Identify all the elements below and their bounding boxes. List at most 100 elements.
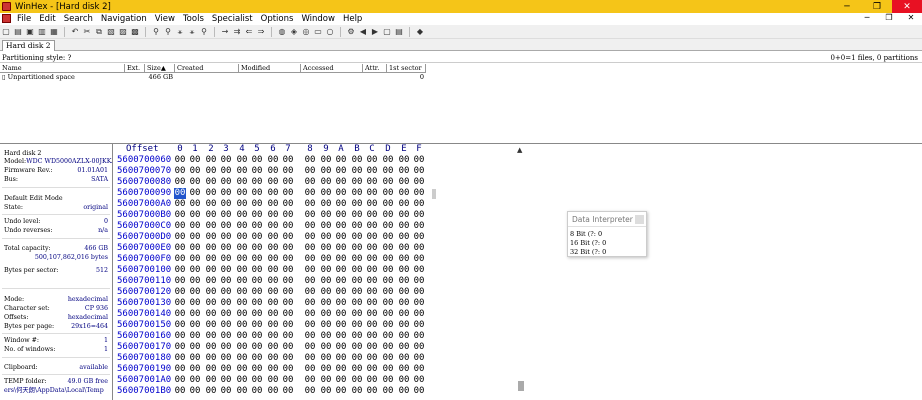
hex-byte[interactable]: 00: [351, 375, 363, 386]
hex-byte[interactable]: 00: [351, 166, 363, 177]
hex-row[interactable]: 56007000C0 00 00 00 00 00 00 00 00 00 00 00 00 00 00 00…: [113, 221, 429, 232]
hex-byte[interactable]: 00: [267, 364, 279, 375]
hex-byte[interactable]: 00: [366, 375, 378, 386]
hex-byte[interactable]: 00: [220, 232, 232, 243]
previous-sector-icon[interactable]: ◀: [358, 27, 368, 37]
hex-byte[interactable]: 00: [267, 353, 279, 364]
hex-byte[interactable]: 00: [304, 331, 316, 342]
hex-byte[interactable]: 00: [320, 210, 332, 221]
hex-byte[interactable]: 00: [205, 232, 217, 243]
hex-byte[interactable]: 00: [251, 276, 263, 287]
hex-byte[interactable]: 00: [282, 375, 294, 386]
hex-byte[interactable]: 00: [366, 265, 378, 276]
hex-byte[interactable]: 00: [220, 320, 232, 331]
hex-row[interactable]: 56007000E0 00 00 00 00 00 00 00 00 00 00 00 00 00 00 00…: [113, 243, 429, 254]
hex-byte[interactable]: 00: [251, 298, 263, 309]
hex-byte[interactable]: 00: [220, 177, 232, 188]
paste-write-icon[interactable]: ▨: [118, 27, 128, 37]
scrollbar-thumb[interactable]: [518, 381, 524, 391]
hex-byte[interactable]: 00: [189, 364, 201, 375]
hex-byte[interactable]: 00: [174, 375, 186, 386]
hex-byte[interactable]: 00: [351, 342, 363, 353]
hex-byte[interactable]: 00: [351, 232, 363, 243]
hex-byte[interactable]: 00: [413, 375, 425, 386]
hex-byte[interactable]: 00: [189, 199, 201, 210]
hex-byte[interactable]: 00: [320, 342, 332, 353]
hex-byte[interactable]: 00: [335, 265, 347, 276]
hex-byte[interactable]: 00: [282, 331, 294, 342]
hex-byte[interactable]: 00: [304, 166, 316, 177]
hex-byte[interactable]: 00: [304, 221, 316, 232]
hex-byte[interactable]: 00: [413, 287, 425, 298]
hex-byte[interactable]: 00: [267, 243, 279, 254]
hex-vertical-scrollbar[interactable]: ▲: [516, 144, 526, 400]
hex-byte[interactable]: 00: [282, 364, 294, 375]
hex-row[interactable]: 56007001B0 00 00 00 00 00 00 00 00 00 00 00 00 00 00 00…: [113, 386, 429, 397]
hex-byte[interactable]: 00: [351, 155, 363, 166]
close-button[interactable]: ✕: [892, 0, 922, 13]
hex-byte[interactable]: 00: [382, 287, 394, 298]
goto-offset-icon[interactable]: →: [220, 27, 230, 37]
hex-byte[interactable]: 00: [236, 232, 248, 243]
hex-byte[interactable]: 00: [251, 353, 263, 364]
hex-row[interactable]: 56007000D0 00 00 00 00 00 00 00 00 00 00 00 00 00 00 00…: [113, 232, 429, 243]
hex-byte[interactable]: 00: [335, 243, 347, 254]
hex-byte[interactable]: 00: [189, 386, 201, 397]
hex-byte[interactable]: 00: [205, 386, 217, 397]
open-file-icon[interactable]: ▤: [13, 27, 23, 37]
hex-byte[interactable]: 00: [382, 276, 394, 287]
hex-byte[interactable]: 00: [382, 254, 394, 265]
col-attr[interactable]: Attr.: [363, 64, 387, 72]
hex-byte[interactable]: 00: [251, 254, 263, 265]
hex-byte[interactable]: 00: [382, 386, 394, 397]
hex-byte[interactable]: 00: [282, 254, 294, 265]
hex-byte[interactable]: 00: [267, 375, 279, 386]
hex-byte[interactable]: 00: [335, 386, 347, 397]
hex-byte[interactable]: 00: [251, 199, 263, 210]
hex-byte[interactable]: 00: [366, 331, 378, 342]
hex-byte[interactable]: 00: [205, 166, 217, 177]
replace-text-icon[interactable]: ⚹: [175, 27, 185, 37]
hex-byte[interactable]: 00: [267, 155, 279, 166]
hex-byte[interactable]: 00: [205, 320, 217, 331]
hex-byte[interactable]: 00: [351, 210, 363, 221]
hex-byte[interactable]: 00: [282, 309, 294, 320]
hex-byte[interactable]: 00: [251, 320, 263, 331]
hex-byte[interactable]: 00: [236, 166, 248, 177]
hex-byte[interactable]: 00: [189, 265, 201, 276]
hex-byte[interactable]: 00: [251, 309, 263, 320]
hex-byte[interactable]: 00: [335, 166, 347, 177]
hex-byte[interactable]: 00: [351, 331, 363, 342]
hex-byte[interactable]: 00: [382, 375, 394, 386]
hex-byte[interactable]: 00: [304, 243, 316, 254]
hex-byte[interactable]: 00: [320, 254, 332, 265]
hex-byte[interactable]: 00: [351, 243, 363, 254]
hex-byte[interactable]: 00: [220, 254, 232, 265]
hex-byte[interactable]: 00: [413, 199, 425, 210]
hex-row[interactable]: 56007000B0 00 00 00 00 00 00 00 00 00 00 00 00 00 00 00…: [113, 210, 429, 221]
hex-byte[interactable]: 00: [320, 177, 332, 188]
hex-row[interactable]: 56007001A0 00 00 00 00 00 00 00 00 00 00 00 00 00 00 00…: [113, 375, 429, 386]
hex-byte[interactable]: 00: [282, 353, 294, 364]
hex-byte[interactable]: 00: [205, 188, 217, 199]
hex-byte[interactable]: 00: [398, 243, 410, 254]
hex-byte[interactable]: 00: [366, 254, 378, 265]
paste-icon[interactable]: ▧: [106, 27, 116, 37]
ascii-icon[interactable]: ▩: [130, 27, 140, 37]
hex-byte[interactable]: 00: [267, 199, 279, 210]
hex-byte[interactable]: 00: [335, 364, 347, 375]
hex-byte[interactable]: 00: [335, 210, 347, 221]
hex-byte[interactable]: 00: [220, 364, 232, 375]
hex-byte[interactable]: 00: [205, 177, 217, 188]
hex-byte[interactable]: 00: [335, 199, 347, 210]
hex-byte[interactable]: 00: [366, 298, 378, 309]
hex-byte[interactable]: 00: [382, 342, 394, 353]
hex-byte[interactable]: 00: [174, 386, 186, 397]
hex-byte[interactable]: 00: [205, 155, 217, 166]
hex-byte[interactable]: 00: [398, 298, 410, 309]
menu-specialist[interactable]: Specialist: [208, 14, 257, 24]
hex-byte[interactable]: 00: [382, 298, 394, 309]
hex-byte[interactable]: 00: [205, 276, 217, 287]
hex-byte[interactable]: 00: [236, 287, 248, 298]
menu-view[interactable]: View: [151, 14, 179, 24]
